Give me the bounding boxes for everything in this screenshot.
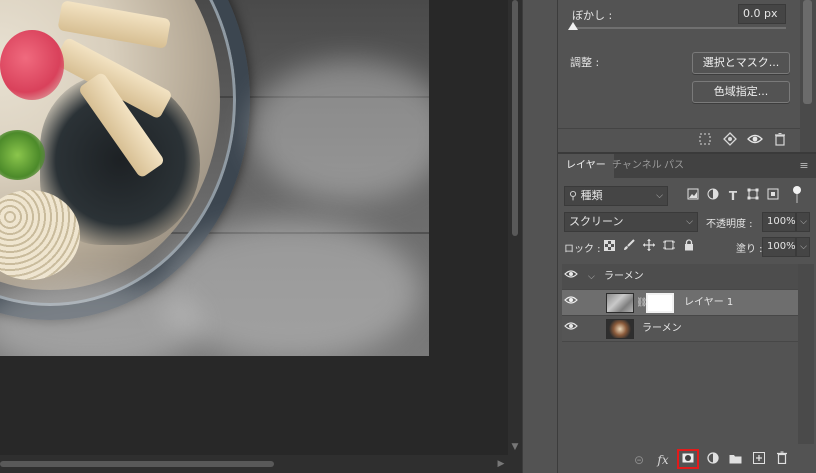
selection-icon[interactable] <box>696 132 714 150</box>
apply-mask-icon[interactable] <box>721 132 739 150</box>
search-icon: ⚲ <box>569 189 578 202</box>
lock-label: ロック : <box>564 244 601 255</box>
scroll-thumb[interactable] <box>0 461 274 467</box>
add-mask-icon[interactable] <box>679 450 697 468</box>
slider-handle-icon[interactable] <box>568 22 578 30</box>
properties-footer <box>558 128 800 152</box>
chevron-down-icon[interactable]: ⌵ <box>588 264 595 290</box>
chevron-down-icon: ⌵ <box>686 217 693 227</box>
opacity-input[interactable]: 100% <box>762 212 796 232</box>
layer-list-scrollbar[interactable] <box>798 264 814 444</box>
new-layer-icon[interactable] <box>750 451 768 469</box>
chevron-down-icon: ⌵ <box>800 242 807 252</box>
adjustment-filter-icon[interactable] <box>704 187 722 205</box>
smart-object-filter-icon[interactable] <box>764 187 782 205</box>
layer-filter-row: ⚲ 種類 ⌵ T <box>564 186 814 208</box>
lock-transparency-icon[interactable] <box>600 238 618 256</box>
scroll-right-icon[interactable]: ▶ <box>494 457 508 471</box>
lock-row: ロック : 塗り : 100% ⌵ <box>564 237 814 259</box>
feather-label: ぼかし : <box>572 9 613 22</box>
select-and-mask-button[interactable]: 選択とマスク... <box>692 52 790 74</box>
panel-dock-strip <box>522 0 558 473</box>
visibility-icon[interactable] <box>746 132 764 150</box>
panel-menu-icon[interactable]: ≡ <box>798 159 810 173</box>
pixel-filter-icon[interactable] <box>684 187 702 205</box>
blend-row: スクリーン ⌵ 不透明度 : 100% ⌵ <box>564 212 814 234</box>
layer-row-selected[interactable]: ⛓ レイヤー 1 <box>562 290 798 316</box>
blend-mode-select[interactable]: スクリーン ⌵ <box>564 212 698 232</box>
color-range-button[interactable]: 色域指定... <box>692 81 790 103</box>
steam <box>250 60 429 200</box>
filter-toggle-icon[interactable] <box>788 184 806 203</box>
link-icon[interactable]: ⊝ <box>630 451 648 469</box>
filter-kind-value: 種類 <box>580 189 603 202</box>
type-filter-icon[interactable]: T <box>724 187 742 205</box>
layer-mask-thumbnail[interactable] <box>646 293 674 313</box>
blend-mode-value: スクリーン <box>569 215 624 228</box>
properties-panel: ぼかし : 0.0 px 調整 : 選択とマスク... 色域指定... <box>558 0 800 152</box>
new-group-icon[interactable] <box>726 451 744 469</box>
steam <box>160 220 420 356</box>
layer-list: ⌵ ラーメン ⛓ レイヤー 1 ラーメン <box>562 264 798 444</box>
layer-name: ラーメン <box>642 323 682 334</box>
layers-panel: レイヤー チャンネル パス ≡ ⚲ 種類 ⌵ T スクリーン ⌵ 不透明度: … <box>558 152 816 473</box>
fill-input[interactable]: 100% <box>762 237 796 257</box>
lock-artboard-icon[interactable] <box>660 238 678 256</box>
trash-icon[interactable] <box>773 451 791 469</box>
scroll-down-icon[interactable]: ▼ <box>508 440 522 454</box>
visibility-eye-icon[interactable] <box>564 320 582 338</box>
fill-label: 塗り : <box>736 244 763 255</box>
opacity-dropdown[interactable]: ⌵ <box>796 212 810 232</box>
canvas-horizontal-scrollbar[interactable]: ▶ <box>0 455 508 473</box>
chevron-down-icon: ⌵ <box>656 191 663 201</box>
layer-row[interactable]: ラーメン <box>562 316 798 342</box>
refine-label: 調整 : <box>570 56 600 69</box>
shape-filter-icon[interactable] <box>744 187 762 205</box>
scroll-thumb[interactable] <box>803 0 812 104</box>
chevron-down-icon: ⌵ <box>800 217 807 227</box>
right-panel: ぼかし : 0.0 px 調整 : 選択とマスク... 色域指定... レイヤー… <box>558 0 816 473</box>
document-canvas[interactable] <box>0 0 508 455</box>
layer-name: ラーメン <box>604 271 644 282</box>
tab-paths[interactable]: パス <box>656 154 692 178</box>
adjustment-layer-icon[interactable] <box>704 451 722 469</box>
panel-tab-bar: レイヤー チャンネル パス ≡ <box>558 154 816 178</box>
feather-slider[interactable] <box>572 27 786 29</box>
visibility-eye-icon[interactable] <box>564 268 582 286</box>
layer-name: レイヤー 1 <box>684 297 734 308</box>
visibility-eye-icon[interactable] <box>564 294 582 312</box>
layers-footer: ⊝ fx <box>558 447 816 473</box>
layer-row-group[interactable]: ⌵ ラーメン <box>562 264 798 290</box>
ramen-photo <box>0 0 429 356</box>
red-ginger <box>0 30 64 100</box>
layer-thumbnail[interactable] <box>606 319 634 339</box>
scroll-corner <box>508 455 522 473</box>
fx-icon[interactable]: fx <box>654 451 672 469</box>
fill-dropdown[interactable]: ⌵ <box>796 237 810 257</box>
opacity-label: 不透明度 : <box>706 219 753 230</box>
lock-position-move-icon[interactable] <box>640 238 658 256</box>
canvas-vertical-scrollbar[interactable]: ▼ <box>508 0 522 455</box>
filter-kind-select[interactable]: ⚲ 種類 ⌵ <box>564 186 668 206</box>
feather-input[interactable]: 0.0 px <box>738 4 786 24</box>
lock-all-icon[interactable] <box>680 238 698 256</box>
layer-thumbnail[interactable] <box>606 293 634 313</box>
properties-scrollbar[interactable] <box>800 0 816 152</box>
lock-pixels-brush-icon[interactable] <box>620 238 638 256</box>
trash-icon[interactable] <box>771 132 789 150</box>
scroll-thumb[interactable] <box>512 0 518 236</box>
